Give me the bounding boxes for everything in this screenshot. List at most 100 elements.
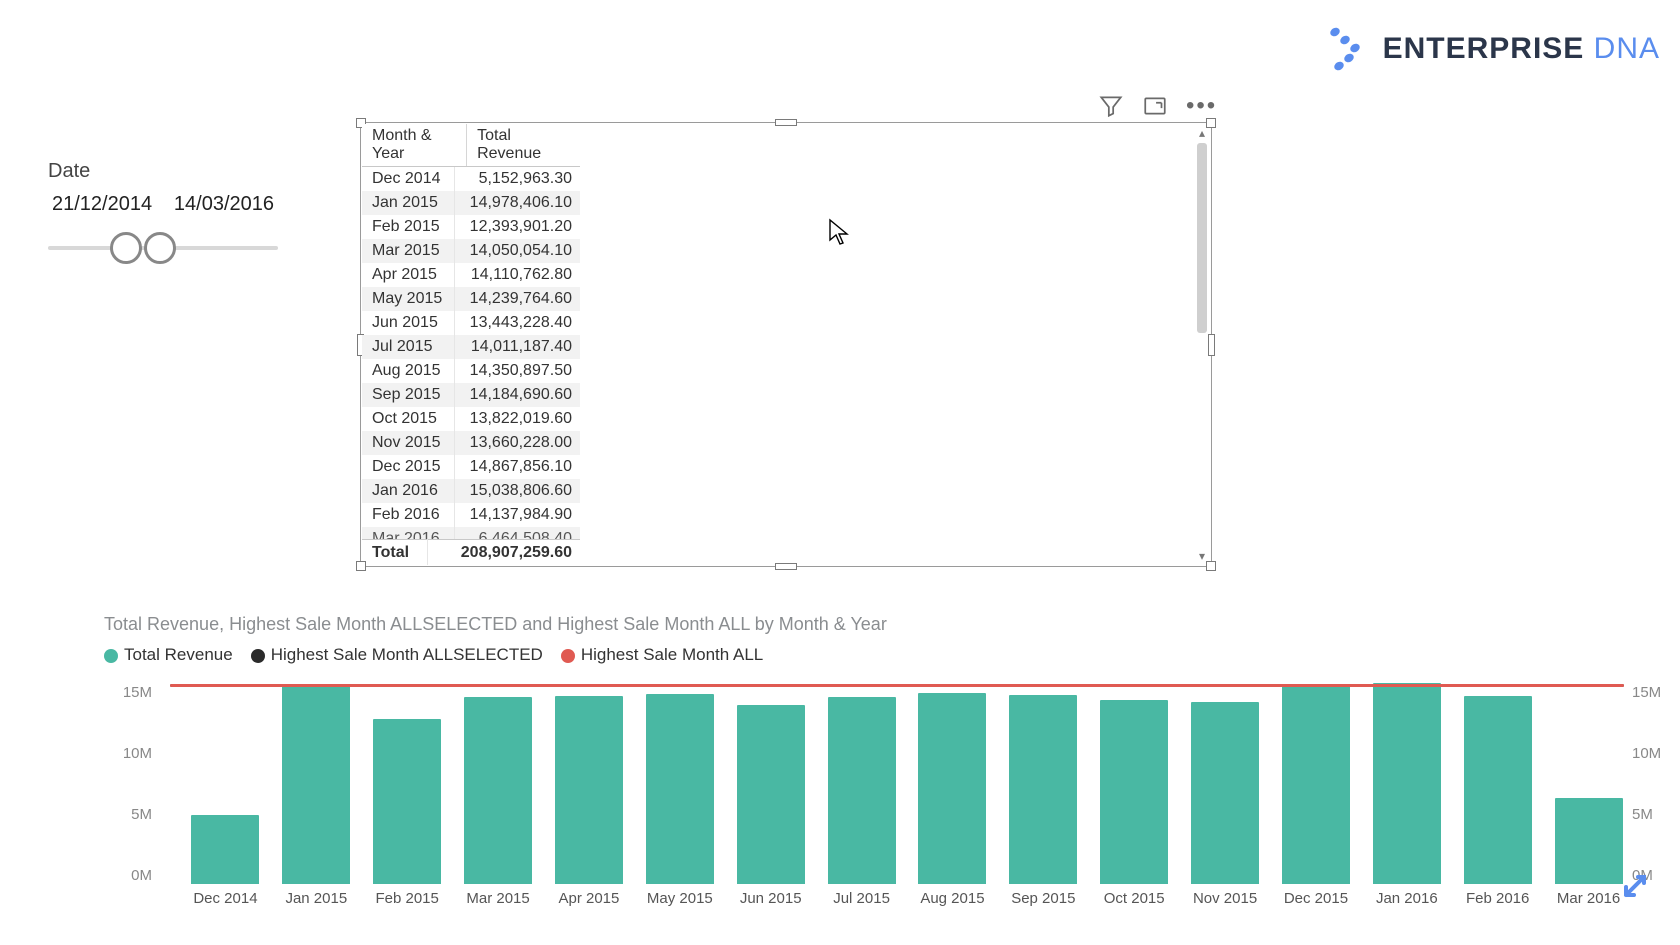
- table-row[interactable]: Aug 201514,350,897.50: [362, 359, 580, 383]
- table-row[interactable]: Apr 201514,110,762.80: [362, 263, 580, 287]
- cell-month: Jul 2015: [362, 335, 454, 359]
- resize-handle[interactable]: [1206, 561, 1216, 571]
- bar[interactable]: [282, 684, 350, 884]
- table-row[interactable]: Mar 20166,464,508.40: [362, 527, 580, 539]
- x-tick: Feb 2016: [1455, 890, 1541, 907]
- more-options-icon[interactable]: •••: [1186, 92, 1217, 120]
- bar[interactable]: [1191, 702, 1259, 884]
- cell-month: Oct 2015: [362, 407, 454, 431]
- cell-month: Feb 2016: [362, 503, 454, 527]
- x-tick: Apr 2015: [546, 890, 632, 907]
- col-header-revenue[interactable]: Total Revenue: [467, 124, 580, 167]
- x-tick: Dec 2014: [182, 890, 268, 907]
- x-tick: Dec 2015: [1273, 890, 1359, 907]
- cell-value: 13,443,228.40: [454, 311, 580, 335]
- cell-value: 14,050,054.10: [454, 239, 580, 263]
- visual-header: •••: [1098, 92, 1217, 120]
- bar[interactable]: [1555, 798, 1623, 884]
- table-row[interactable]: Feb 201512,393,901.20: [362, 215, 580, 239]
- cell-month: Nov 2015: [362, 431, 454, 455]
- table-row[interactable]: Sep 201514,184,690.60: [362, 383, 580, 407]
- slicer-from[interactable]: 21/12/2014: [52, 193, 152, 216]
- y-tick: 10M: [98, 745, 152, 762]
- table-row[interactable]: Dec 20145,152,963.30: [362, 167, 580, 191]
- brand-accent: DNA: [1594, 32, 1660, 65]
- slicer-label: Date: [48, 160, 278, 183]
- slicer-track[interactable]: [48, 226, 278, 270]
- table-row[interactable]: Jun 201513,443,228.40: [362, 311, 580, 335]
- brand-name: ENTERPRISE: [1383, 32, 1585, 65]
- bar[interactable]: [373, 719, 441, 884]
- cell-month: Dec 2015: [362, 455, 454, 479]
- resize-handle[interactable]: [1208, 334, 1215, 356]
- chart-visual[interactable]: Total Revenue, Highest Sale Month ALLSEL…: [104, 614, 1644, 671]
- dna-icon: [1325, 24, 1369, 74]
- cell-month: Jun 2015: [362, 311, 454, 335]
- bar[interactable]: [464, 697, 532, 884]
- legend-item[interactable]: Total Revenue: [104, 645, 233, 665]
- bar[interactable]: [918, 693, 986, 884]
- cell-value: 14,239,764.60: [454, 287, 580, 311]
- cell-month: Apr 2015: [362, 263, 454, 287]
- chart-legend: Total Revenue Highest Sale Month ALLSELEC…: [104, 645, 1644, 665]
- x-tick: May 2015: [637, 890, 723, 907]
- scroll-down-icon[interactable]: ▾: [1199, 550, 1205, 562]
- slicer-handle-start[interactable]: [110, 232, 142, 264]
- bar[interactable]: [828, 697, 896, 884]
- focus-mode-icon[interactable]: [1142, 93, 1168, 119]
- scroll-thumb[interactable]: [1197, 143, 1207, 333]
- table-row[interactable]: Dec 201514,867,856.10: [362, 455, 580, 479]
- x-tick: Aug 2015: [909, 890, 995, 907]
- bar[interactable]: [1464, 696, 1532, 885]
- y-tick: 10M: [1632, 745, 1680, 762]
- brand-logo: ENTERPRISE DNA: [1325, 24, 1660, 74]
- bar[interactable]: [737, 705, 805, 884]
- table-row[interactable]: Feb 201614,137,984.90: [362, 503, 580, 527]
- cell-value: 6,464,508.40: [454, 527, 580, 539]
- col-header-month[interactable]: Month & Year: [362, 124, 467, 167]
- y-tick: 0M: [98, 867, 152, 884]
- x-tick: Oct 2015: [1091, 890, 1177, 907]
- y-tick: 5M: [1632, 806, 1680, 823]
- cell-value: 15,038,806.60: [454, 479, 580, 503]
- cell-month: Sep 2015: [362, 383, 454, 407]
- bar[interactable]: [1009, 695, 1077, 884]
- table-row[interactable]: Jul 201514,011,187.40: [362, 335, 580, 359]
- cell-month: Jan 2015: [362, 191, 454, 215]
- table-row[interactable]: Jan 201615,038,806.60: [362, 479, 580, 503]
- scroll-up-icon[interactable]: ▴: [1199, 127, 1205, 139]
- slicer-to[interactable]: 14/03/2016: [174, 193, 274, 216]
- filter-icon[interactable]: [1098, 93, 1124, 119]
- x-tick: Mar 2015: [455, 890, 541, 907]
- cell-value: 14,137,984.90: [454, 503, 580, 527]
- y-axis-left: 15M10M5M0M: [98, 684, 152, 884]
- bar[interactable]: [555, 696, 623, 884]
- x-tick: Mar 2016: [1546, 890, 1632, 907]
- cell-value: 13,660,228.00: [454, 431, 580, 455]
- legend-item[interactable]: Highest Sale Month ALL: [561, 645, 763, 665]
- legend-item[interactable]: Highest Sale Month ALLSELECTED: [251, 645, 543, 665]
- bar[interactable]: [1282, 686, 1350, 884]
- cell-value: 14,110,762.80: [454, 263, 580, 287]
- cell-month: Jan 2016: [362, 479, 454, 503]
- table-row[interactable]: Jan 201514,978,406.10: [362, 191, 580, 215]
- bar[interactable]: [646, 694, 714, 884]
- slicer-handle-end[interactable]: [144, 232, 176, 264]
- table-row[interactable]: Mar 201514,050,054.10: [362, 239, 580, 263]
- bar[interactable]: [191, 815, 259, 884]
- date-slicer[interactable]: Date 21/12/2014 14/03/2016: [48, 160, 278, 270]
- x-tick: Jan 2016: [1364, 890, 1450, 907]
- cell-value: 12,393,901.20: [454, 215, 580, 239]
- cell-month: Aug 2015: [362, 359, 454, 383]
- table-scrollbar[interactable]: ▴ ▾: [1195, 127, 1209, 562]
- bar[interactable]: [1100, 700, 1168, 884]
- table-row[interactable]: Nov 201513,660,228.00: [362, 431, 580, 455]
- table-visual[interactable]: Month & Year Total Revenue Dec 20145,152…: [360, 122, 1212, 567]
- subscribe-icon[interactable]: [1620, 865, 1660, 905]
- x-tick: Nov 2015: [1182, 890, 1268, 907]
- cell-month: Mar 2015: [362, 239, 454, 263]
- table-row[interactable]: May 201514,239,764.60: [362, 287, 580, 311]
- bar[interactable]: [1373, 683, 1441, 884]
- brand-text: ENTERPRISE DNA: [1383, 32, 1660, 66]
- table-row[interactable]: Oct 201513,822,019.60: [362, 407, 580, 431]
